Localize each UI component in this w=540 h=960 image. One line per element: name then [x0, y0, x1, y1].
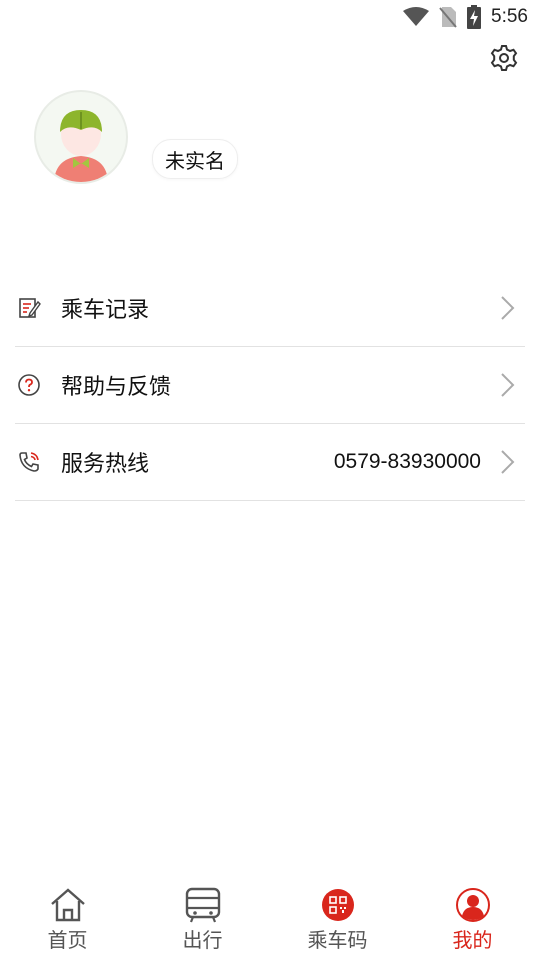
- status-icons: 5:56: [403, 5, 528, 29]
- menu-item-service-hotline[interactable]: 服务热线 0579-83930000: [15, 424, 525, 501]
- tab-mine[interactable]: 我的: [405, 880, 540, 960]
- bus-icon: [184, 886, 222, 924]
- profile-menu: 乘车记录 帮助与反馈 服务热线 0579-83930000: [15, 270, 525, 501]
- battery-charging-icon: [467, 5, 482, 29]
- user-icon: [454, 886, 492, 924]
- edit-record-icon: [15, 294, 43, 322]
- tab-label: 乘车码: [307, 928, 368, 952]
- chevron-right-icon: [499, 372, 515, 398]
- settings-button[interactable]: [490, 44, 518, 72]
- no-sim-icon: [439, 7, 457, 28]
- phone-icon: [15, 448, 43, 476]
- avatar[interactable]: [34, 90, 128, 184]
- status-bar: 5:56: [0, 0, 540, 36]
- menu-item-help-feedback[interactable]: 帮助与反馈: [15, 347, 525, 424]
- wifi-icon: [403, 7, 430, 26]
- real-name-status-badge[interactable]: 未实名: [152, 139, 238, 179]
- hotline-number: 0579-83930000: [333, 450, 481, 473]
- tab-ride-code[interactable]: 乘车码: [270, 880, 405, 960]
- help-icon: [15, 371, 43, 399]
- tab-travel[interactable]: 出行: [135, 880, 270, 960]
- tab-label: 我的: [452, 928, 493, 952]
- chevron-right-icon: [499, 449, 515, 475]
- menu-label: 帮助与反馈: [61, 375, 172, 400]
- qr-code-icon: [319, 886, 357, 924]
- tab-label: 首页: [47, 928, 88, 952]
- menu-label: 服务热线: [61, 452, 150, 477]
- real-name-status-label: 未实名: [165, 148, 225, 173]
- chevron-right-icon: [499, 295, 515, 321]
- gear-icon: [490, 45, 518, 71]
- home-icon: [49, 886, 87, 924]
- default-avatar-icon: [54, 110, 108, 182]
- bottom-tab-bar: 首页 出行 乘车码 我的: [0, 880, 540, 960]
- menu-label: 乘车记录: [61, 298, 150, 323]
- status-time: 5:56: [491, 6, 528, 27]
- tab-home[interactable]: 首页: [0, 880, 135, 960]
- menu-item-ride-records[interactable]: 乘车记录: [15, 270, 525, 347]
- tab-label: 出行: [182, 928, 223, 952]
